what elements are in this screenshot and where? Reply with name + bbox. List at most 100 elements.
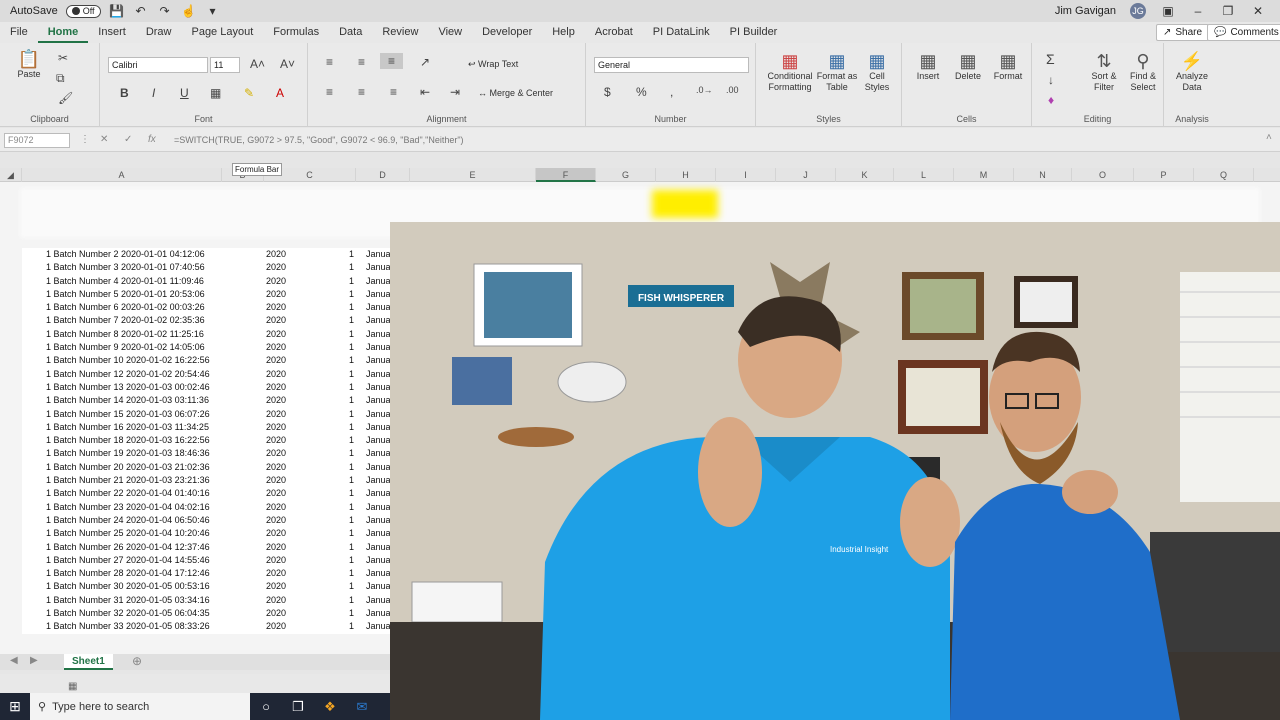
autosum-icon[interactable]: Σ: [1046, 51, 1055, 67]
cell-c[interactable]: 1: [332, 607, 354, 620]
cell-b[interactable]: 2020: [244, 275, 286, 288]
cell-a[interactable]: 1 Batch Number 27 2020-01-04 14:55:46: [46, 554, 210, 567]
redo-icon[interactable]: ↷: [157, 4, 173, 18]
cell-b[interactable]: 2020: [244, 381, 286, 394]
cell-d[interactable]: Janua: [366, 527, 390, 540]
table-row[interactable]: 1 Batch Number 30 2020-01-05 00:53:16 202…: [22, 580, 392, 593]
cell-styles-button[interactable]: ▦ Cell Styles: [858, 51, 896, 93]
cell-b[interactable]: 2020: [244, 594, 286, 607]
column-header-l[interactable]: L: [894, 168, 954, 182]
cell-b[interactable]: 2020: [244, 580, 286, 593]
tab-developer[interactable]: Developer: [472, 22, 542, 43]
insert-cells-button[interactable]: ▦ Insert: [912, 51, 944, 82]
decrease-indent-icon[interactable]: ⇤: [420, 85, 430, 99]
table-row[interactable]: 1 Batch Number 9 2020-01-02 14:05:06 2020…: [22, 341, 392, 354]
column-header-p[interactable]: P: [1134, 168, 1194, 182]
cell-d[interactable]: Janua: [366, 541, 390, 554]
cell-d[interactable]: Janua: [366, 447, 390, 460]
tab-view[interactable]: View: [428, 22, 472, 43]
cell-c[interactable]: 1: [332, 447, 354, 460]
cell-d[interactable]: Janua: [366, 394, 390, 407]
cell-a[interactable]: 1 Batch Number 5 2020-01-01 20:53:06: [46, 288, 205, 301]
cell-a[interactable]: 1 Batch Number 9 2020-01-02 14:05:06: [46, 341, 205, 354]
tab-draw[interactable]: Draw: [136, 22, 182, 43]
cell-d[interactable]: Janua: [366, 381, 390, 394]
cell-b[interactable]: 2020: [244, 248, 286, 261]
column-header-e[interactable]: E: [410, 168, 536, 182]
table-row[interactable]: 1 Batch Number 16 2020-01-03 11:34:25 202…: [22, 421, 392, 434]
tab-file[interactable]: File: [0, 22, 38, 43]
cell-c[interactable]: 1: [332, 567, 354, 580]
cell-b[interactable]: 2020: [244, 554, 286, 567]
align-middle-icon[interactable]: ≡: [358, 55, 365, 69]
cell-c[interactable]: 1: [332, 314, 354, 327]
tab-acrobat[interactable]: Acrobat: [585, 22, 643, 43]
fill-icon[interactable]: ↓: [1048, 73, 1054, 87]
cut-icon[interactable]: ✂: [58, 51, 68, 65]
cell-d[interactable]: Janua: [366, 421, 390, 434]
cell-b[interactable]: 2020: [244, 447, 286, 460]
cell-c[interactable]: 1: [332, 487, 354, 500]
table-row[interactable]: 1 Batch Number 23 2020-01-04 04:02:16 202…: [22, 501, 392, 514]
increase-font-icon[interactable]: A˄: [250, 57, 265, 71]
tab-insert[interactable]: Insert: [88, 22, 136, 43]
name-box[interactable]: F9072: [4, 133, 70, 148]
cell-a[interactable]: 1 Batch Number 3 2020-01-01 07:40:56: [46, 261, 205, 274]
cell-b[interactable]: 2020: [244, 301, 286, 314]
table-row[interactable]: 1 Batch Number 28 2020-01-04 17:12:46 202…: [22, 567, 392, 580]
orientation-icon[interactable]: ↗: [420, 55, 430, 69]
cell-d[interactable]: Janua: [366, 328, 390, 341]
cell-d[interactable]: Janua: [366, 434, 390, 447]
cell-a[interactable]: 1 Batch Number 13 2020-01-03 00:02:46: [46, 381, 210, 394]
number-format-select[interactable]: General: [594, 57, 749, 73]
cell-a[interactable]: 1 Batch Number 2 2020-01-01 04:12:06: [46, 248, 205, 261]
app-pin-icon[interactable]: ❖: [314, 699, 346, 715]
column-header-g[interactable]: G: [596, 168, 656, 182]
tab-help[interactable]: Help: [542, 22, 585, 43]
cell-c[interactable]: 1: [332, 527, 354, 540]
increase-indent-icon[interactable]: ⇥: [450, 85, 460, 99]
cell-c[interactable]: 1: [332, 368, 354, 381]
cell-c[interactable]: 1: [332, 248, 354, 261]
column-header-k[interactable]: K: [836, 168, 894, 182]
column-header-n[interactable]: N: [1014, 168, 1072, 182]
cell-c[interactable]: 1: [332, 328, 354, 341]
cell-b[interactable]: 2020: [244, 474, 286, 487]
conditional-formatting-button[interactable]: ▦ Conditional Formatting: [764, 51, 816, 93]
align-center-icon[interactable]: ≡: [358, 85, 365, 99]
cell-d[interactable]: Janua: [366, 607, 390, 620]
delete-cells-button[interactable]: ▦ Delete: [952, 51, 984, 82]
table-row[interactable]: 1 Batch Number 4 2020-01-01 11:09:46 2020…: [22, 275, 392, 288]
cortana-icon[interactable]: ○: [250, 699, 282, 714]
table-row[interactable]: 1 Batch Number 3 2020-01-01 07:40:56 2020…: [22, 261, 392, 274]
cell-b[interactable]: 2020: [244, 514, 286, 527]
insert-function-icon[interactable]: fx: [148, 134, 156, 145]
paste-button[interactable]: 📋 Paste: [12, 49, 46, 80]
column-header-m[interactable]: M: [954, 168, 1014, 182]
borders-icon[interactable]: ▦: [210, 86, 221, 100]
table-row[interactable]: 1 Batch Number 5 2020-01-01 20:53:06 2020…: [22, 288, 392, 301]
cell-c[interactable]: 1: [332, 554, 354, 567]
table-row[interactable]: 1 Batch Number 6 2020-01-02 00:03:26 2020…: [22, 301, 392, 314]
table-row[interactable]: 1 Batch Number 20 2020-01-03 21:02:36 202…: [22, 461, 392, 474]
table-row[interactable]: 1 Batch Number 32 2020-01-05 06:04:35 202…: [22, 607, 392, 620]
cell-b[interactable]: 2020: [244, 501, 286, 514]
select-all-corner[interactable]: ◢: [0, 168, 22, 182]
cell-b[interactable]: 2020: [244, 341, 286, 354]
cell-c[interactable]: 1: [332, 434, 354, 447]
share-button[interactable]: ↗ Share: [1156, 24, 1210, 41]
align-right-icon[interactable]: ≡: [390, 85, 397, 99]
tab-pi-datalink[interactable]: PI DataLink: [643, 22, 720, 43]
cell-b[interactable]: 2020: [244, 408, 286, 421]
column-header-i[interactable]: I: [716, 168, 776, 182]
cell-a[interactable]: 1 Batch Number 6 2020-01-02 00:03:26: [46, 301, 205, 314]
cell-a[interactable]: 1 Batch Number 4 2020-01-01 11:09:46: [46, 275, 204, 288]
font-color-icon[interactable]: A: [276, 86, 284, 100]
cell-a[interactable]: 1 Batch Number 33 2020-01-05 08:33:26: [46, 620, 210, 633]
table-row[interactable]: 1 Batch Number 22 2020-01-04 01:40:16 202…: [22, 487, 392, 500]
increase-decimal-icon[interactable]: .0→: [696, 85, 713, 95]
cell-c[interactable]: 1: [332, 421, 354, 434]
cell-c[interactable]: 1: [332, 461, 354, 474]
cell-c[interactable]: 1: [332, 261, 354, 274]
tab-data[interactable]: Data: [329, 22, 372, 43]
